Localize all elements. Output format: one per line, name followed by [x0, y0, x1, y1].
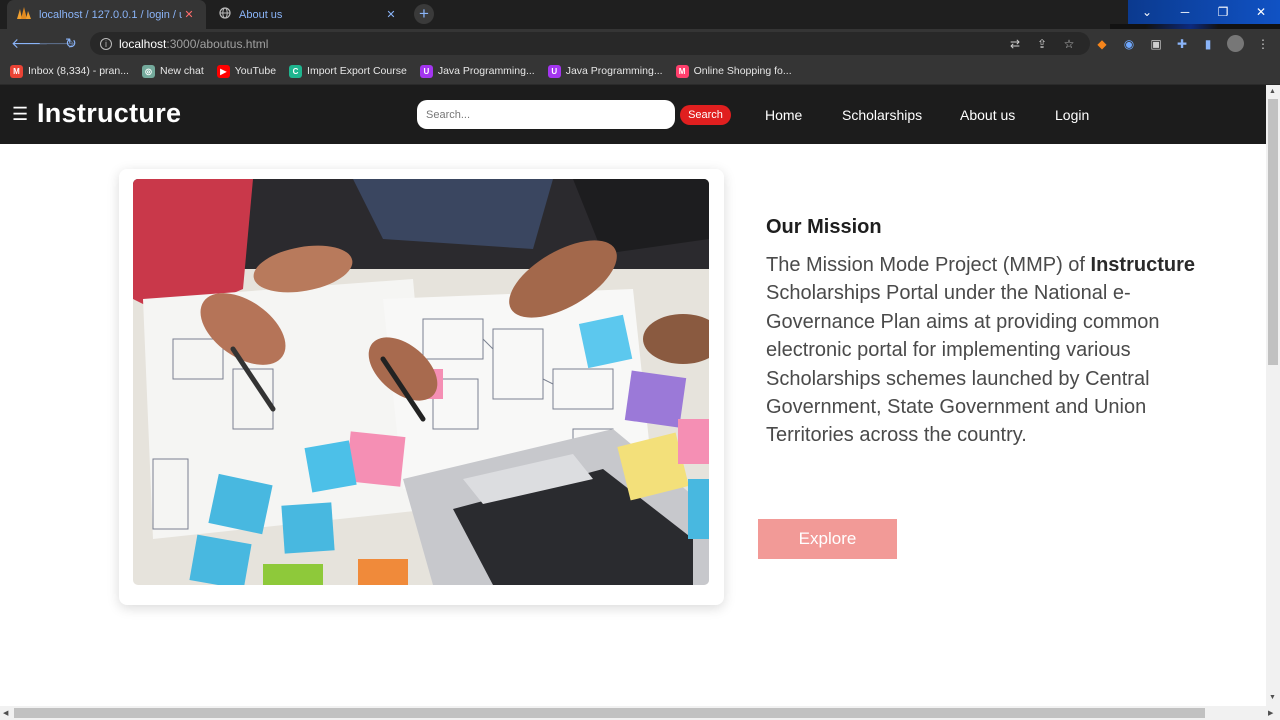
mission-heading: Our Mission	[766, 216, 882, 238]
myntra-icon: M	[675, 64, 689, 78]
close-tab-icon[interactable]: ✕	[384, 8, 398, 21]
browser-toolbar: 🡐 🡒 ↻ i localhost:3000/aboutus.html ⇄ ⇪ …	[0, 29, 1280, 58]
bookmark-label: New chat	[159, 65, 204, 77]
share-icon[interactable]: ⇪	[1035, 37, 1049, 51]
youtube-icon: ▶	[216, 64, 230, 78]
mission-text-part: Scholarships Portal under the National e…	[766, 282, 1160, 447]
scrollbar-thumb[interactable]	[14, 708, 1205, 718]
course-icon: C	[289, 64, 303, 78]
udemy-icon: U	[547, 64, 561, 78]
extension-shield-icon[interactable]: ◉	[1122, 37, 1136, 51]
gmail-icon: M	[10, 64, 23, 78]
search-input[interactable]	[417, 100, 675, 129]
metamask-icon[interactable]: ◆	[1095, 37, 1109, 51]
bookmark-label: Inbox (8,334) - pran...	[28, 65, 129, 77]
restore-icon[interactable]: ❐	[1204, 0, 1242, 24]
tab-localhost-login[interactable]: localhost / 127.0.0.1 / login / use ✕	[7, 0, 206, 29]
url-path: :3000/aboutus.html	[166, 36, 269, 51]
bookmark-label: YouTube	[234, 65, 277, 77]
more-menu-icon[interactable]: ⋮	[1256, 37, 1270, 51]
search-button[interactable]: Search	[680, 105, 731, 125]
bookmark-label: Import Export Course	[307, 65, 407, 77]
extensions-puzzle-icon[interactable]: ✚	[1175, 37, 1189, 51]
bookmark-item[interactable]: U Java Programming...	[547, 64, 663, 78]
chatgpt-icon: ◎	[141, 64, 155, 78]
tab-title: About us	[239, 8, 283, 21]
bookmark-item[interactable]: C Import Export Course	[289, 64, 407, 78]
nav-scholarships[interactable]: Scholarships	[842, 107, 922, 123]
minimize-icon[interactable]: ─	[1166, 0, 1204, 24]
url-host: localhost	[119, 36, 167, 51]
mission-description: The Mission Mode Project (MMP) of Instru…	[766, 251, 1196, 450]
new-tab-button[interactable]: +	[414, 4, 434, 24]
scrollbar-thumb[interactable]	[1268, 99, 1278, 365]
mission-text-part: The Mission Mode Project (MMP) of	[766, 254, 1091, 276]
horizontal-scrollbar[interactable]: ◀ ▶	[0, 706, 1280, 720]
bookmark-star-icon[interactable]: ☆	[1062, 37, 1076, 51]
tab-title: localhost / 127.0.0.1 / login / use	[39, 8, 182, 21]
vertical-scrollbar[interactable]: ▲ ▼	[1266, 85, 1280, 706]
image-card	[119, 169, 724, 605]
side-panel-icon[interactable]: ▮	[1201, 37, 1215, 51]
scroll-left-icon[interactable]: ◀	[3, 709, 8, 717]
close-window-icon[interactable]: ✕	[1242, 0, 1280, 24]
site-logo[interactable]: Instructure	[37, 98, 181, 129]
mission-text-brand: Instructure	[1090, 254, 1195, 276]
bookmark-label: Java Programming...	[437, 65, 535, 77]
udemy-icon: U	[419, 64, 433, 78]
team-planning-photo	[133, 179, 709, 585]
explore-button[interactable]: Explore	[758, 519, 897, 559]
bookmark-label: Online Shopping fo...	[693, 65, 792, 77]
profile-avatar[interactable]	[1227, 35, 1244, 52]
nav-about-us[interactable]: About us	[960, 107, 1015, 123]
menu-icon[interactable]: ☰	[12, 104, 28, 125]
close-tab-icon[interactable]: ✕	[182, 8, 196, 21]
reload-icon[interactable]: ↻	[65, 35, 77, 52]
nav-login[interactable]: Login	[1055, 107, 1089, 123]
window-controls: ⌄ ─ ❐ ✕	[1128, 0, 1280, 24]
page-viewport: ☰ Instructure Search Home Scholarships A…	[0, 85, 1266, 706]
browser-tab-bar: localhost / 127.0.0.1 / login / use ✕ Ab…	[0, 0, 1280, 85]
bookmark-item[interactable]: M Inbox (8,334) - pran...	[10, 64, 129, 78]
tab-about-us[interactable]: About us ✕	[209, 0, 408, 29]
bookmark-item[interactable]: ◎ New chat	[141, 64, 204, 78]
site-info-icon[interactable]: i	[100, 37, 112, 50]
bookmark-item[interactable]: U Java Programming...	[419, 64, 535, 78]
extension-doc-icon[interactable]: ▣	[1149, 37, 1163, 51]
tab-search-icon[interactable]: ⌄	[1128, 0, 1166, 24]
scroll-right-icon[interactable]: ▶	[1268, 709, 1273, 717]
bookmark-label: Java Programming...	[565, 65, 663, 77]
nav-home[interactable]: Home	[765, 107, 802, 123]
translate-icon[interactable]: ⇄	[1008, 37, 1022, 51]
site-navbar: ☰ Instructure Search Home Scholarships A…	[0, 85, 1266, 144]
phpmyadmin-icon	[17, 7, 31, 22]
bookmark-item[interactable]: ▶ YouTube	[216, 64, 277, 78]
bookmarks-bar: M Inbox (8,334) - pran... ◎ New chat ▶ YouTub…	[0, 58, 1280, 85]
scroll-down-icon[interactable]: ▼	[1269, 694, 1276, 701]
scroll-up-icon[interactable]: ▲	[1269, 88, 1276, 95]
bookmark-item[interactable]: M Online Shopping fo...	[675, 64, 792, 78]
address-bar[interactable]: i localhost:3000/aboutus.html	[90, 32, 1090, 55]
globe-icon	[219, 7, 231, 22]
